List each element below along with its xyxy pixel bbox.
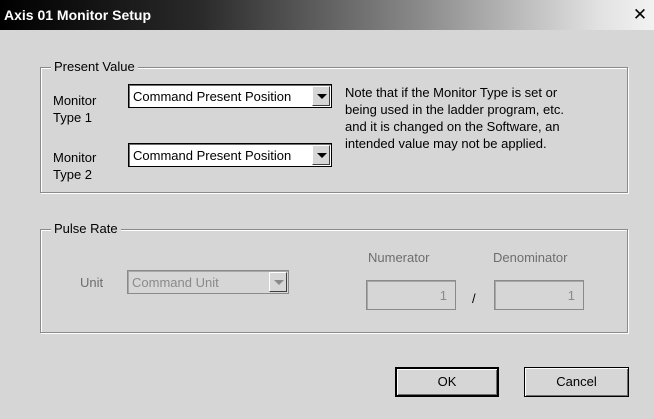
unit-label: Unit <box>80 275 104 290</box>
monitor-setup-dialog: Axis 01 Monitor Setup ✕ Present Value Mo… <box>0 0 654 419</box>
window-title: Axis 01 Monitor Setup <box>4 7 152 23</box>
pulse-rate-legend: Pulse Rate <box>51 221 121 236</box>
numerator-label: Numerator <box>368 250 430 265</box>
monitor-type-1-label-line2: Type 1 <box>53 110 93 125</box>
numerator-value: 1 <box>439 288 447 303</box>
chevron-down-icon[interactable] <box>269 272 287 292</box>
numerator-field[interactable]: 1 <box>366 280 456 310</box>
note-line-2: being used in the ladder program, etc. <box>345 102 564 117</box>
chevron-down-icon[interactable] <box>312 145 330 165</box>
unit-value: Command Unit <box>132 275 219 290</box>
close-icon[interactable]: ✕ <box>630 5 650 25</box>
note-line-1: Note that if the Monitor Type is set or <box>345 85 558 100</box>
note-line-4: intended value may not be applied. <box>345 136 547 151</box>
ratio-separator: / <box>472 291 476 306</box>
denominator-value: 1 <box>567 288 575 303</box>
monitor-type-2-label-line2: Type 2 <box>53 167 93 182</box>
monitor-type-1-label-line1: Monitor <box>53 93 97 108</box>
cancel-button[interactable]: Cancel <box>524 367 629 397</box>
denominator-label: Denominator <box>493 250 568 265</box>
monitor-type-2-select[interactable]: Command Present Position <box>128 143 332 167</box>
monitor-type-2-value: Command Present Position <box>133 148 292 163</box>
monitor-type-2-label-line1: Monitor <box>53 150 97 165</box>
note-line-3: and it is changed on the Software, an <box>345 119 560 134</box>
unit-select[interactable]: Command Unit <box>127 270 289 294</box>
ok-button[interactable]: OK <box>395 367 499 397</box>
denominator-field[interactable]: 1 <box>494 280 584 310</box>
chevron-down-icon[interactable] <box>312 86 330 106</box>
title-bar[interactable]: Axis 01 Monitor Setup ✕ <box>0 0 654 30</box>
monitor-type-1-select[interactable]: Command Present Position <box>128 84 332 108</box>
present-value-legend: Present Value <box>51 59 138 74</box>
monitor-type-1-value: Command Present Position <box>133 89 292 104</box>
